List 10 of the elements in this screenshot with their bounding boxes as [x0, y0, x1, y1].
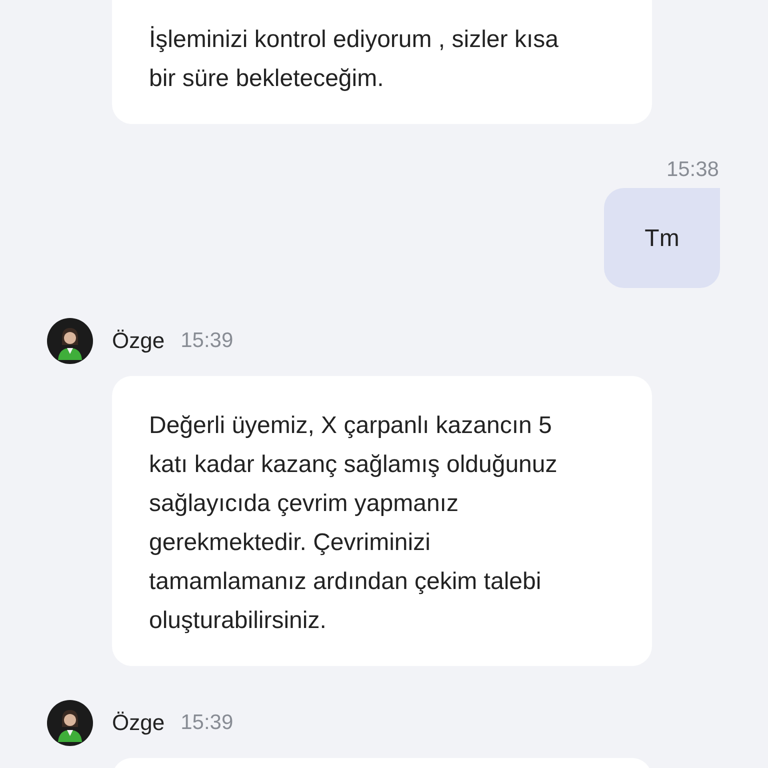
- avatar-icon: [47, 700, 93, 746]
- message-time: 15:39: [180, 711, 234, 735]
- sender-name: Özge: [112, 328, 165, 354]
- message-time: 15:38: [666, 158, 719, 182]
- avatar-icon: [47, 318, 93, 364]
- message-time: 15:39: [180, 329, 234, 353]
- sender-name: Özge: [112, 710, 165, 736]
- message-text: Değerli üyemiz, X çarpanlı kazancın 5 katı kadar kazanç sağlamış olduğunuz sağlayıcıda çevrim yapmanız gerekmektedir. Çevriminizi tamamlamanız ardından çekim talebi oluşturabilirsiniz.: [149, 411, 558, 636]
- message-text: Tm: [644, 224, 680, 254]
- message-text: İşleminizi kontrol ediyorum , sizler kısa bir süre bekleteceğim.: [149, 25, 560, 94]
